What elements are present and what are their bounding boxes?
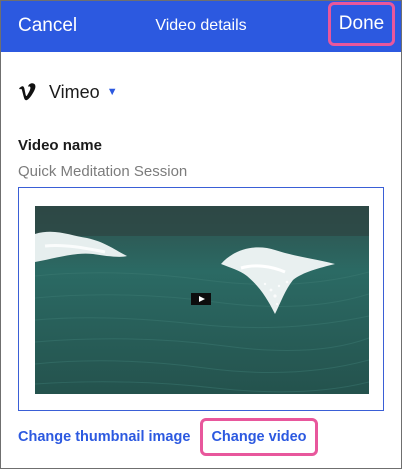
video-details-screen: Cancel Video details Done Vimeo ▼ Video … xyxy=(0,0,402,469)
video-name-value: Quick Meditation Session xyxy=(18,163,188,180)
platform-name: Vimeo xyxy=(49,81,100,102)
caret-down-icon: ▼ xyxy=(106,86,118,98)
change-video-button[interactable]: Change video xyxy=(200,418,318,456)
top-bar: Cancel Video details Done xyxy=(1,1,401,52)
video-preview-box xyxy=(18,187,384,411)
video-thumbnail[interactable] xyxy=(35,206,369,394)
play-icon[interactable] xyxy=(191,293,211,305)
platform-selector[interactable]: Vimeo ▼ xyxy=(18,79,118,105)
vimeo-logo-icon xyxy=(19,83,36,101)
video-name-label: Video name xyxy=(18,137,102,154)
done-button[interactable]: Done xyxy=(328,2,395,46)
change-thumbnail-button[interactable]: Change thumbnail image xyxy=(18,429,190,445)
